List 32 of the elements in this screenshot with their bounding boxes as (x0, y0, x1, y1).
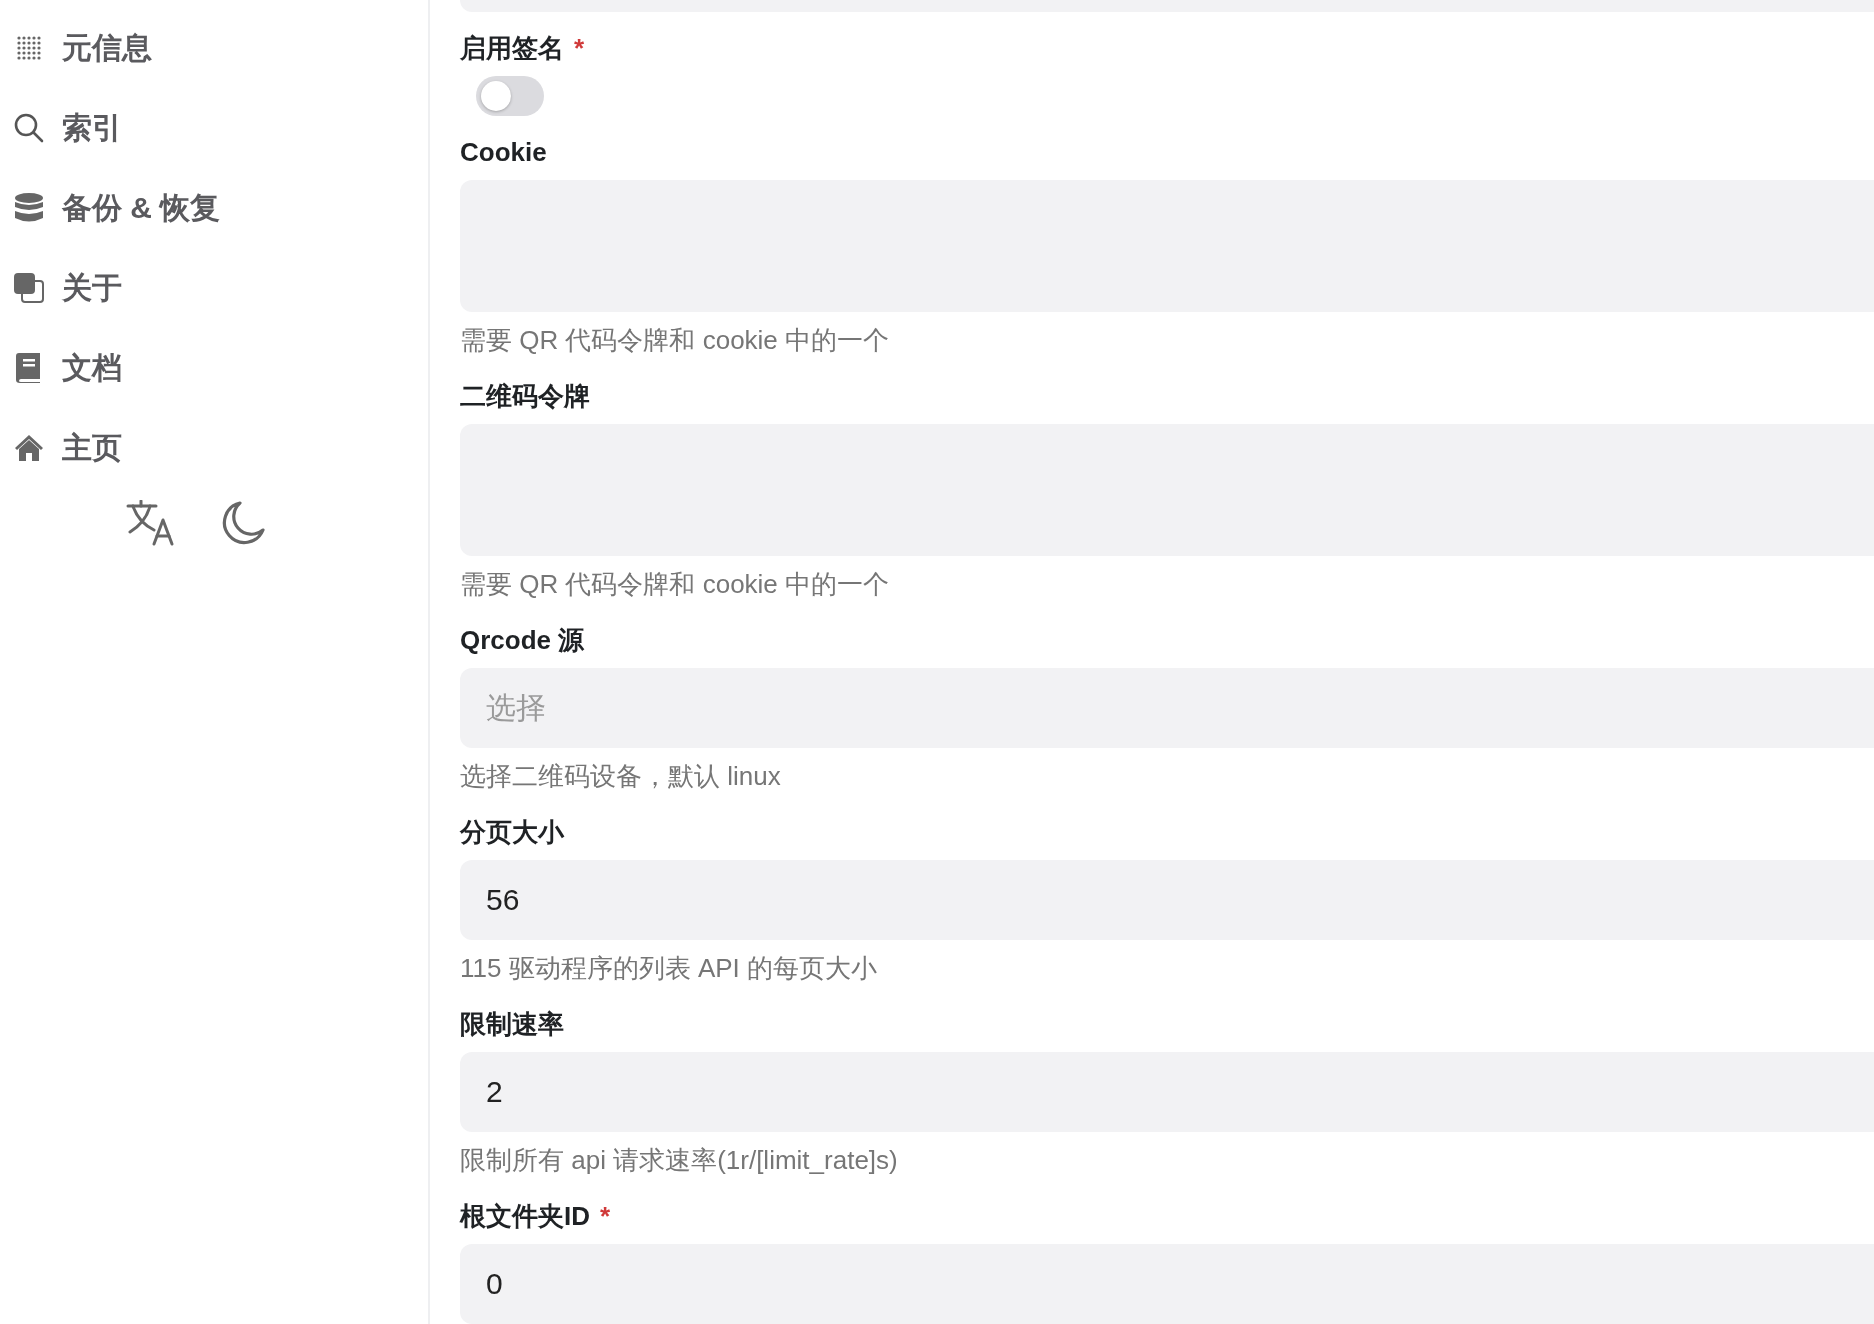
toggle-switch[interactable] (476, 76, 544, 116)
field-label: 根文件夹ID (460, 1202, 590, 1230)
required-mark: * (574, 34, 585, 62)
field-label: 分页大小 (460, 818, 564, 846)
field-label: Cookie (460, 138, 547, 166)
field-hint: 115 驱动程序的列表 API 的每页大小 (460, 954, 879, 982)
sidebar-item[interactable]: 文档 (0, 340, 428, 396)
sidebar-item[interactable]: 元信息 (0, 20, 428, 76)
field-label: 限制速率 (460, 1010, 564, 1038)
field-label: 二维码令牌 (460, 382, 590, 410)
sidebar-item[interactable]: 关于 (0, 260, 428, 316)
sidebar-item[interactable]: 备份 & 恢复 (0, 180, 428, 236)
input-field[interactable]: 2 (460, 1052, 1874, 1132)
field-hint: 需要 QR 代码令牌和 cookie 中的一个 (460, 570, 891, 598)
copy-icon (13, 272, 45, 304)
search-icon (13, 112, 45, 144)
required-mark: * (600, 1202, 611, 1230)
field-hint: 需要 QR 代码令牌和 cookie 中的一个 (460, 326, 891, 354)
field-label: 启用签名 (460, 34, 564, 62)
dot-grid-icon (15, 34, 43, 62)
moon-icon[interactable] (222, 500, 266, 546)
home-icon (14, 434, 44, 462)
book-icon (15, 352, 43, 384)
sidebar-item[interactable]: 索引 (0, 100, 428, 156)
database-icon (14, 192, 44, 224)
input-field[interactable]: 0 (460, 1244, 1874, 1324)
translate-icon[interactable] (126, 500, 176, 546)
field-hint: 选择二维码设备，默认 linux (460, 762, 782, 790)
input-field[interactable]: 56 (460, 860, 1874, 940)
field-hint: 限制所有 api 请求速率(1r/[limit_rate]s) (460, 1146, 899, 1174)
field-label: Qrcode 源 (460, 626, 585, 654)
sidebar-item[interactable]: 主页 (0, 420, 428, 476)
